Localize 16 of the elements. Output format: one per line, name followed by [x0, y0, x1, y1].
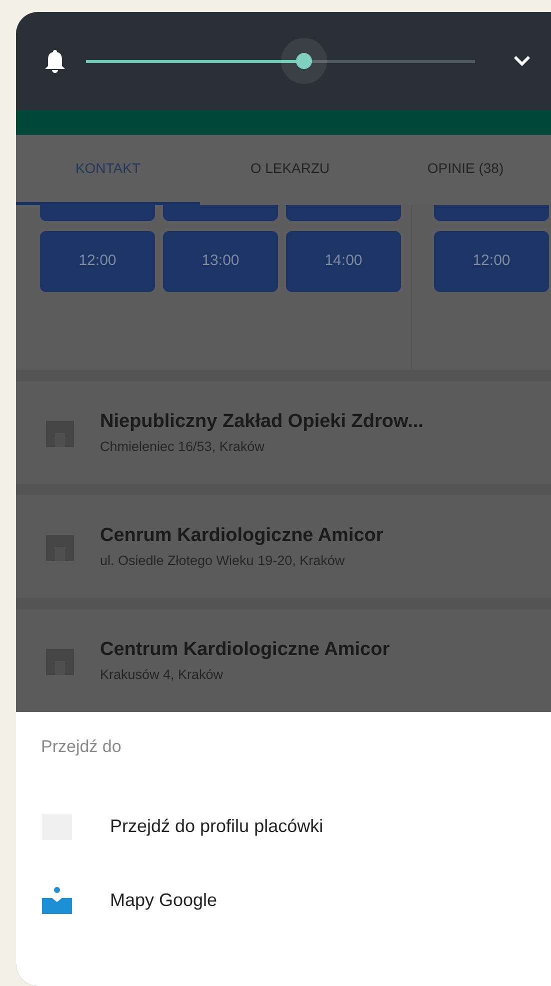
time-slot-button[interactable]: 12:00	[40, 231, 155, 292]
facility-name: Centrum Kardiologiczne Amicor	[100, 638, 390, 662]
time-slot-button[interactable]: 12:00	[434, 231, 549, 292]
bell-icon[interactable]	[44, 48, 66, 74]
sheet-action[interactable]: Przejdź do profilu placówki	[16, 790, 551, 864]
time-slot-button[interactable]: 13:00	[163, 231, 278, 292]
facility-name: Niepubliczny Zakład Opieki Zdrow...	[100, 410, 424, 434]
slider-thumb[interactable]	[280, 38, 327, 84]
time-slot-button[interactable]: 14:00	[286, 231, 401, 292]
chevron-down-icon[interactable]	[513, 55, 531, 67]
sheet-title: Przejdź do	[40, 736, 122, 758]
map-icon	[40, 886, 74, 916]
tab[interactable]: O LEKARZU	[200, 135, 380, 205]
tab[interactable]: OPINIE (38)	[380, 135, 551, 205]
sheet-action[interactable]: Mapy Google	[16, 864, 551, 938]
facility-name: Cenrum Kardiologiczne Amicor	[100, 524, 384, 548]
